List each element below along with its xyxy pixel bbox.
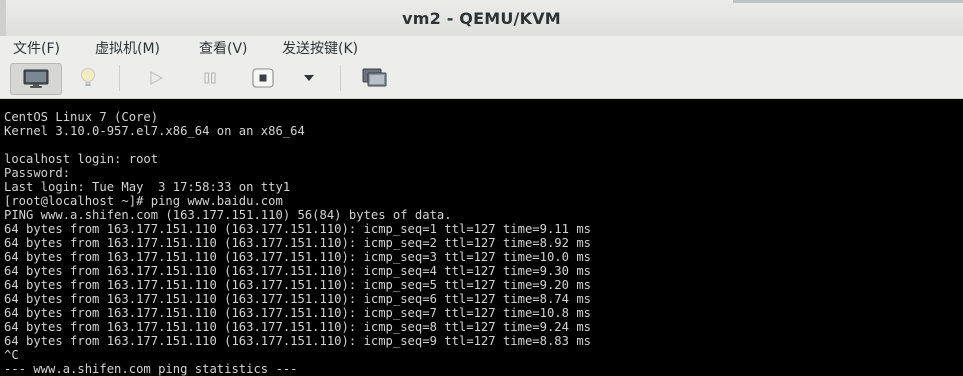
console-line: 64 bytes from 163.177.151.110 (163.177.1…	[4, 236, 591, 250]
toolbar-separator	[340, 65, 341, 91]
title-bar[interactable]: vm2 - QEMU/KVM	[0, 0, 963, 37]
run-button[interactable]	[140, 63, 172, 93]
window-title: vm2 - QEMU/KVM	[402, 9, 561, 28]
menu-virtual-machine[interactable]: 虚拟机(M)	[95, 38, 160, 58]
toolbar-separator	[119, 65, 120, 91]
console-line: 64 bytes from 163.177.151.110 (163.177.1…	[4, 250, 591, 264]
console-line: 64 bytes from 163.177.151.110 (163.177.1…	[4, 306, 591, 320]
play-icon	[150, 70, 164, 86]
console-line: 64 bytes from 163.177.151.110 (163.177.1…	[4, 278, 591, 292]
fullscreen-button[interactable]	[358, 63, 392, 93]
menu-send-key[interactable]: 发送按键(K)	[282, 38, 358, 58]
shutdown-menu-button[interactable]	[296, 63, 322, 93]
console-button[interactable]	[10, 63, 62, 95]
qemu-kvm-window: vm2 - QEMU/KVM 文件(F) 虚拟机(M) 查看(V) 发送按键(K…	[0, 0, 963, 376]
console-line: Password:	[4, 166, 71, 180]
console-line: Kernel 3.10.0-957.el7.x86_64 on an x86_6…	[4, 124, 305, 138]
lightbulb-icon	[81, 68, 95, 86]
power-icon	[252, 68, 274, 88]
console-line: --- www.a.shifen.com ping statistics ---	[4, 362, 298, 376]
console-line: localhost login: root	[4, 152, 159, 166]
monitor-icon	[23, 69, 49, 88]
console-line: 64 bytes from 163.177.151.110 (163.177.1…	[4, 222, 591, 236]
menu-file[interactable]: 文件(F)	[13, 38, 60, 58]
console-line: 64 bytes from 163.177.151.110 (163.177.1…	[4, 292, 591, 306]
details-button[interactable]	[72, 63, 104, 93]
console-line: 64 bytes from 163.177.151.110 (163.177.1…	[4, 334, 591, 348]
toolbar	[0, 58, 963, 99]
console-line: Last login: Tue May 3 17:58:33 on tty1	[4, 180, 291, 194]
title-bar-highlight	[733, 0, 963, 3]
pause-button[interactable]	[194, 63, 226, 93]
dropdown-arrow-icon	[304, 75, 314, 81]
console-line: [root@localhost ~]# ping www.baidu.com	[4, 194, 283, 208]
menu-bar: 文件(F) 虚拟机(M) 查看(V) 发送按键(K)	[0, 36, 963, 58]
pause-icon	[204, 72, 216, 84]
console-line: ^C	[4, 348, 19, 362]
console-line: PING www.a.shifen.com (163.177.151.110) …	[4, 208, 452, 222]
shutdown-button[interactable]	[248, 63, 278, 93]
menu-view[interactable]: 查看(V)	[199, 38, 248, 58]
fullscreen-icon	[362, 68, 387, 87]
console-line: CentOS Linux 7 (Core)	[4, 110, 159, 124]
vm-console-screen[interactable]: CentOS Linux 7 (Core) Kernel 3.10.0-957.…	[0, 99, 963, 376]
console-line: 64 bytes from 163.177.151.110 (163.177.1…	[4, 320, 591, 334]
console-line: 64 bytes from 163.177.151.110 (163.177.1…	[4, 264, 591, 278]
